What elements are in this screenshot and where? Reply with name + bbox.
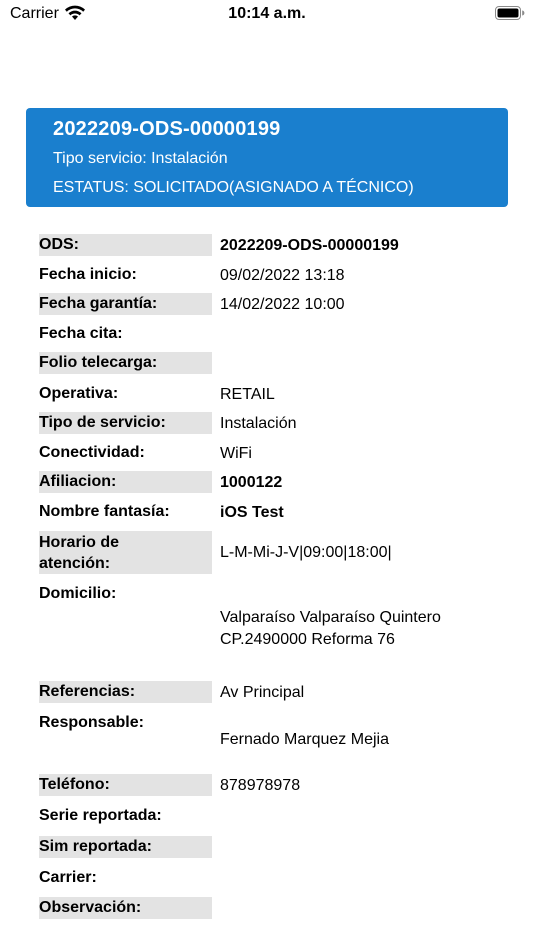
conectividad-value: WiFi: [220, 445, 252, 462]
service-type-text: Tipo servicio: Instalación: [53, 150, 228, 167]
conectividad-label: Conectividad:: [39, 444, 145, 461]
folio-telecarga-value: [220, 352, 520, 353]
clock-time: 10:14 a.m.: [228, 5, 306, 22]
telefono-label: Teléfono:: [39, 774, 212, 796]
domicilio-label: Domicilio:: [39, 585, 117, 602]
horario-atencion-value: L-M-Mi-J-V|09:00|18:00|: [220, 544, 392, 561]
folio-telecarga-label: Folio telecarga:: [39, 352, 212, 374]
sim-reportada-value: [220, 836, 520, 837]
afiliacion-label: Afiliacion:: [39, 471, 212, 493]
carrier-field-value: [220, 867, 520, 868]
ods-value: 2022209-ODS-00000199: [220, 237, 399, 254]
carrier-field-label: Carrier:: [39, 869, 97, 886]
sim-reportada-label: Sim reportada:: [39, 836, 212, 858]
fecha-garantia-value: 14/02/2022 10:00: [220, 296, 345, 313]
responsable-value: Fernado Marquez Mejia: [220, 731, 389, 748]
nombre-fantasia-label: Nombre fantasía:: [39, 503, 170, 520]
domicilio-value-line2: CP.2490000 Reforma 76: [220, 631, 395, 648]
horario-atencion-label: Horario de atención:: [39, 531, 212, 574]
domicilio-value: Valparaíso Valparaíso Quintero CP.249000…: [220, 606, 520, 651]
fecha-cita-label: Fecha cita:: [39, 325, 123, 342]
fecha-inicio-label: Fecha inicio:: [39, 266, 137, 283]
observacion-value: [220, 897, 520, 898]
ods-label: ODS:: [39, 234, 212, 256]
tipo-servicio-value: Instalación: [220, 415, 297, 432]
horario-atencion-label-line2: atención:: [39, 555, 111, 572]
fecha-inicio-value: 09/02/2022 13:18: [220, 267, 345, 284]
horario-atencion-label-line1: Horario de: [39, 534, 120, 551]
order-number-title: 2022209-ODS-00000199: [53, 118, 281, 140]
order-summary-card: 2022209-ODS-00000199 Tipo servicio: Inst…: [26, 108, 508, 207]
telefono-value: 878978978: [220, 777, 301, 794]
order-status-text: ESTATUS: SOLICITADO(ASIGNADO A TÉCNICO): [53, 179, 414, 196]
serie-reportada-label: Serie reportada:: [39, 807, 162, 824]
fecha-garantia-label: Fecha garantía:: [39, 293, 212, 315]
nombre-fantasia-value: iOS Test: [220, 504, 284, 521]
status-bar: Carrier 10:14 a.m.: [0, 0, 534, 30]
afiliacion-value: 1000122: [220, 474, 283, 491]
serie-reportada-value: [220, 805, 520, 806]
fecha-cita-value: [220, 323, 520, 324]
observacion-label: Observación:: [39, 897, 212, 919]
referencias-value: Av Principal: [220, 684, 305, 701]
operativa-label: Operativa:: [39, 385, 119, 402]
operativa-value: RETAIL: [220, 386, 275, 403]
tipo-servicio-label: Tipo de servicio:: [39, 412, 212, 434]
battery-icon: [495, 6, 525, 20]
responsable-label: Responsable:: [39, 714, 144, 731]
domicilio-value-line1: Valparaíso Valparaíso Quintero: [220, 609, 441, 626]
referencias-label: Referencias:: [39, 681, 212, 703]
